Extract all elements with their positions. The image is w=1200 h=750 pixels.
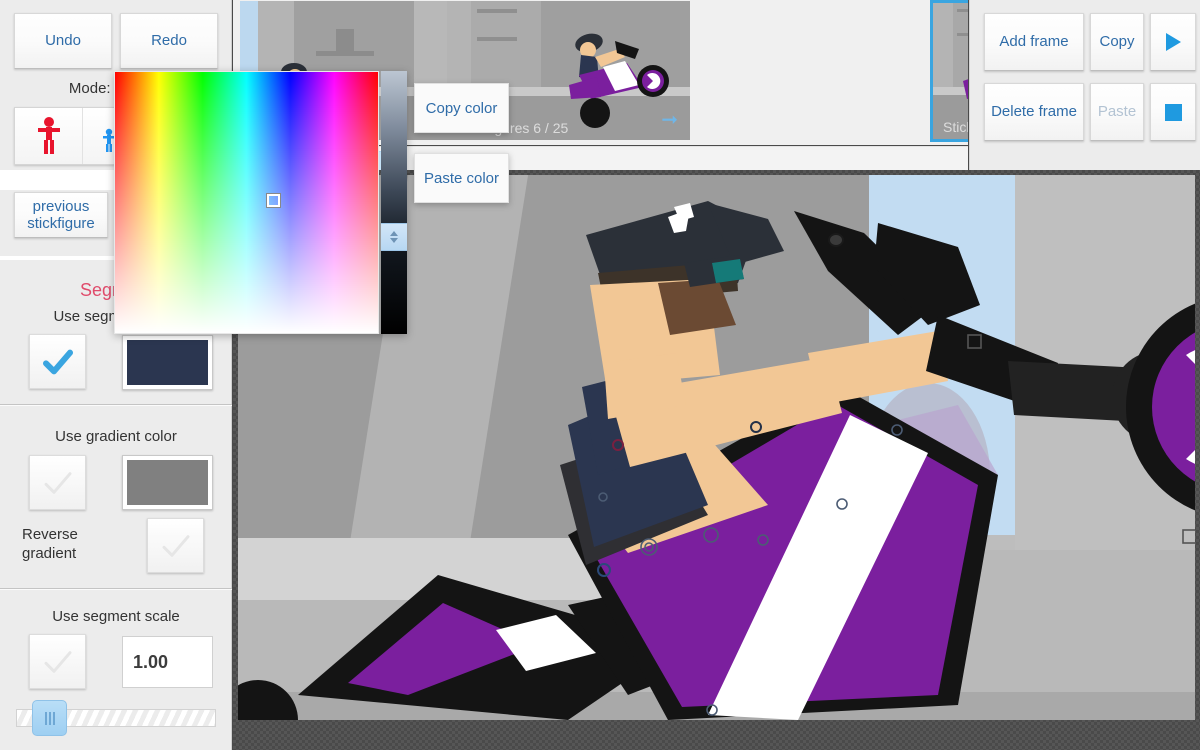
paste-color-label: Paste color [423,169,500,187]
thumb-sign [477,37,517,41]
segment-color-fill [127,340,208,385]
undo-label: Undo [45,32,81,50]
thumb-sign [477,9,517,13]
color-picker-brightness-thumb[interactable] [381,222,407,251]
frame-label: Stickfigures 6 / 25 [943,119,968,135]
redo-label: Redo [151,32,187,50]
thumb-building [447,1,471,93]
grip-line [44,711,47,725]
divider-2 [0,588,232,590]
paste-label: Paste [1097,103,1137,121]
frame-thumbnail-selected[interactable]: Stickfigures 6 / 25 ➞ [930,0,968,142]
add-frame-label: Add frame [999,33,1069,51]
stickfigure-red-icon [37,117,60,154]
gradient-color-swatch[interactable] [122,455,213,510]
reverse-gradient-label: Reverse gradient [22,526,78,562]
segment-scale-value[interactable]: 1.00 [122,636,213,688]
thumb-sign [957,9,968,12]
check-icon [44,650,71,673]
color-picker-saturation-value-area[interactable] [114,71,379,334]
redo-button[interactable]: Redo [120,13,218,69]
divider-1 [0,404,232,406]
play-button[interactable] [1150,13,1196,71]
use-segment-scale-label: Use segment scale [52,608,180,625]
single-stickfigure-button[interactable] [15,108,82,164]
chevron-down-icon [390,237,398,243]
undo-button[interactable]: Undo [14,13,112,69]
stop-button[interactable] [1150,83,1196,141]
use-gradient-color-checkbox[interactable] [29,455,86,510]
delete-frame-button[interactable]: Delete frame [984,83,1084,141]
thumb-building [471,1,541,93]
use-segment-scale-checkbox[interactable] [29,634,86,689]
grip-line [52,711,55,725]
play-icon [1165,33,1181,51]
check-icon [44,471,71,494]
color-picker-cursor[interactable] [266,192,281,208]
use-segment-color-checkbox[interactable] [29,334,86,389]
copy-color-button[interactable]: Copy color [414,83,509,133]
previous-stickfigure-button[interactable]: previous stickfigure [14,192,108,238]
add-frame-button[interactable]: Add frame [984,13,1084,71]
arrow-right-icon[interactable]: ➞ [661,107,678,132]
segment-color-swatch[interactable] [122,335,213,390]
paste-color-button[interactable]: Paste color [414,153,509,203]
check-icon [42,349,73,374]
stop-icon [1164,103,1182,121]
color-picker-popup[interactable] [114,71,407,334]
chevron-up-icon [390,230,398,236]
use-gradient-color-label: Use gradient color [55,428,177,445]
paste-button[interactable]: Paste [1090,83,1144,141]
app-root: Undo Redo Mode: Normal [0,0,1200,750]
copy-label: Copy [1099,33,1135,51]
delete-frame-label: Delete frame [991,103,1077,121]
reverse-gradient-checkbox[interactable] [147,518,204,573]
grip-line [48,711,51,725]
copy-color-label: Copy color [425,99,498,117]
check-icon [162,534,189,557]
color-picker-brightness-slider[interactable] [381,71,407,334]
previous-stickfigure-label: previous stickfigure [27,197,95,232]
copy-button[interactable]: Copy [1090,13,1144,71]
segment-scale-slider-thumb[interactable] [32,700,67,736]
gradient-color-fill [127,460,208,505]
frame-toolbar: Add frame Copy Delete frame Paste [969,0,1200,174]
